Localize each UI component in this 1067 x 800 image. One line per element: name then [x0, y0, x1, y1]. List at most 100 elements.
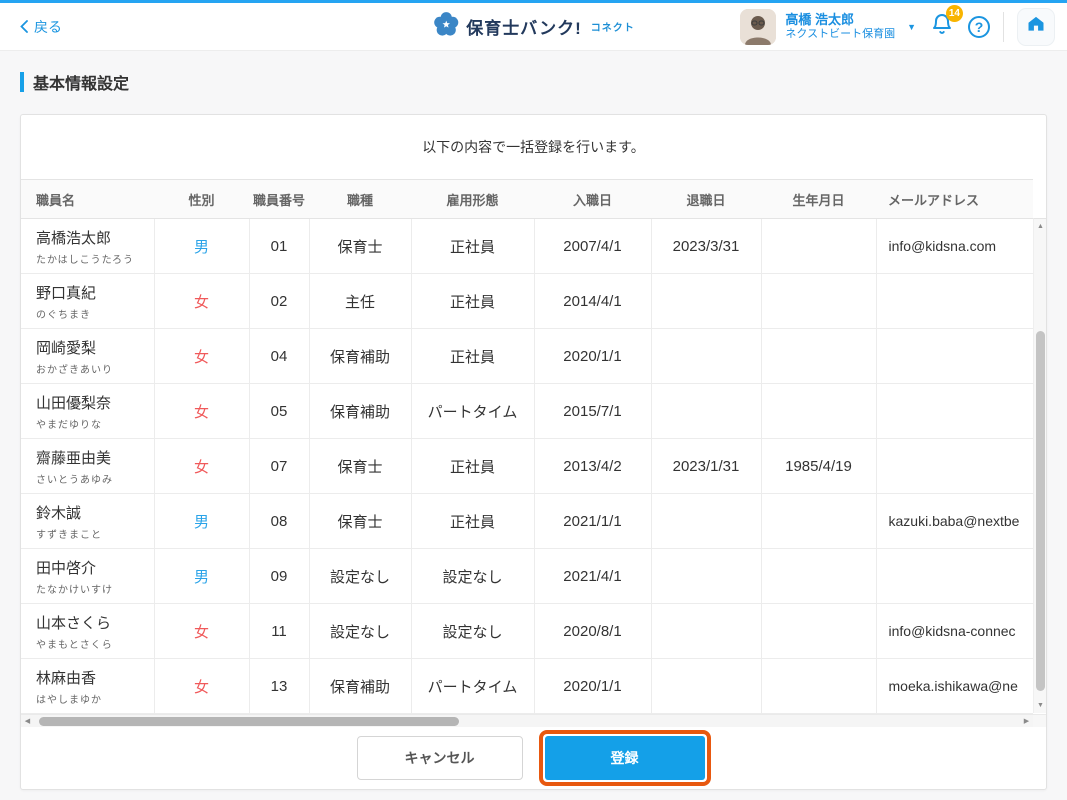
confirmation-message: 以下の内容で一括登録を行います。 — [422, 139, 645, 155]
staff-hire-date-cell: 2013/4/2 — [534, 438, 652, 494]
home-button[interactable] — [1017, 7, 1055, 46]
vertical-scrollbar[interactable]: ▲ ▼ — [1033, 218, 1046, 713]
staff-row: 田中啓介 たなかけいすけ 男 09 設定なし 設定なし 2021/4/1 — [21, 548, 1033, 604]
action-buttons: キャンセル 登録 — [21, 727, 1046, 789]
staff-furigana: たなかけいすけ — [36, 584, 113, 596]
staff-row: 齋藤亜由美 さいとうあゆみ 女 07 保育士 正社員 2013/4/2 2023… — [21, 438, 1033, 494]
staff-gender: 女 — [193, 678, 209, 696]
register-button[interactable]: 登録 — [544, 736, 705, 780]
staff-retire-date-cell — [651, 658, 762, 714]
page-title-row: 基本情報設定 — [20, 69, 1067, 95]
app-logo: 保育士バンク! コネクト — [432, 11, 635, 43]
confirmation-card: 以下の内容で一括登録を行います。 職員名 性別 職員番号 職種 雇用形態 入職日 — [20, 114, 1047, 790]
horizontal-scrollbar-thumb[interactable] — [39, 717, 459, 726]
staff-retire-date-cell — [651, 493, 762, 549]
chevron-down-icon[interactable]: ▼ — [907, 22, 916, 32]
staff-birth-date-cell — [761, 218, 877, 274]
staff-employment-cell: 設定なし — [411, 603, 535, 659]
staff-gender: 女 — [193, 403, 209, 421]
scroll-left-icon[interactable]: ◀ — [21, 715, 34, 727]
staff-email-cell: info@kidsna-connec — [876, 603, 1033, 659]
staff-hire-date-cell: 2021/4/1 — [534, 548, 652, 604]
staff-row: 山田優梨奈 やまだゆりな 女 05 保育補助 パートタイム 2015/7/1 — [21, 383, 1033, 439]
column-header-email: メールアドレス — [876, 179, 1033, 219]
staff-furigana: のぐちまき — [36, 309, 91, 321]
logo-title: 保育士バンク! — [466, 19, 582, 38]
staff-email-cell: info@kidsna.com — [876, 218, 1033, 274]
avatar[interactable] — [740, 8, 777, 45]
staff-email-cell — [876, 438, 1033, 494]
staff-number-cell: 07 — [249, 438, 310, 494]
staff-name-cell: 田中啓介 たなかけいすけ — [21, 548, 155, 604]
staff-gender: 女 — [193, 623, 209, 641]
user-menu[interactable]: 高橋 浩太郎 ネクストビート保育園 — [785, 12, 895, 42]
staff-hire-date-cell: 2007/4/1 — [534, 218, 652, 274]
staff-job-cell: 保育士 — [309, 218, 412, 274]
staff-name-cell: 野口真紀 のぐちまき — [21, 273, 155, 329]
staff-gender: 男 — [193, 568, 209, 586]
staff-gender: 女 — [193, 458, 209, 476]
staff-gender-cell: 男 — [154, 548, 250, 604]
staff-table: 職員名 性別 職員番号 職種 雇用形態 入職日 退職日 生年月日 メールアドレス… — [21, 179, 1033, 714]
staff-hire-date-cell: 2021/1/1 — [534, 493, 652, 549]
staff-furigana: やまもとさくら — [36, 639, 113, 651]
horizontal-scrollbar[interactable]: ◀ ▶ — [21, 714, 1033, 727]
staff-employment-cell: パートタイム — [411, 383, 535, 439]
staff-employment-cell: 正社員 — [411, 328, 535, 384]
staff-job-cell: 設定なし — [309, 548, 412, 604]
staff-name: 田中啓介 — [36, 559, 97, 577]
staff-furigana: たかはしこうたろう — [36, 254, 134, 266]
staff-furigana: さいとうあゆみ — [36, 474, 113, 486]
main-content: 基本情報設定 以下の内容で一括登録を行います。 職員名 性別 職員番号 職種 雇… — [0, 69, 1067, 790]
table-area: 職員名 性別 職員番号 職種 雇用形態 入職日 退職日 生年月日 メールアドレス… — [21, 179, 1046, 714]
staff-name-cell: 林麻由香 はやしまゆか — [21, 658, 155, 714]
column-header-number: 職員番号 — [249, 179, 309, 219]
staff-furigana: やまだゆりな — [36, 419, 102, 431]
scroll-up-icon[interactable]: ▲ — [1034, 220, 1047, 233]
staff-retire-date-cell — [651, 548, 762, 604]
staff-gender: 男 — [193, 513, 209, 531]
back-link[interactable]: 戻る — [20, 17, 62, 37]
vertical-scrollbar-thumb[interactable] — [1036, 331, 1045, 691]
header-divider — [1003, 11, 1004, 42]
staff-row: 林麻由香 はやしまゆか 女 13 保育補助 パートタイム 2020/1/1 mo… — [21, 658, 1033, 714]
scroll-right-icon[interactable]: ▶ — [1020, 715, 1033, 727]
staff-number-cell: 05 — [249, 383, 310, 439]
notification-bell-button[interactable]: 14 — [930, 5, 963, 41]
staff-number-cell: 04 — [249, 328, 310, 384]
scroll-down-icon[interactable]: ▼ — [1034, 699, 1047, 712]
staff-retire-date-cell: 2023/1/31 — [651, 438, 762, 494]
column-header-retire-date: 退職日 — [651, 179, 761, 219]
staff-name-cell: 齋藤亜由美 さいとうあゆみ — [21, 438, 155, 494]
staff-number-cell: 08 — [249, 493, 310, 549]
staff-name: 齋藤亜由美 — [36, 449, 112, 467]
staff-row: 岡崎愛梨 おかざきあいり 女 04 保育補助 正社員 2020/1/1 — [21, 328, 1033, 384]
staff-retire-date-cell — [651, 383, 762, 439]
staff-furigana: はやしまゆか — [36, 694, 102, 706]
staff-retire-date-cell — [651, 273, 762, 329]
logo-subtitle: コネクト — [590, 23, 635, 34]
staff-hire-date-cell: 2015/7/1 — [534, 383, 652, 439]
staff-name: 岡崎愛梨 — [36, 339, 97, 357]
staff-number-cell: 11 — [249, 603, 310, 659]
staff-birth-date-cell — [761, 328, 877, 384]
cancel-button[interactable]: キャンセル — [356, 736, 523, 780]
home-icon — [1026, 14, 1046, 39]
staff-birth-date-cell — [761, 273, 877, 329]
bell-icon — [930, 14, 954, 40]
staff-hire-date-cell: 2020/1/1 — [534, 658, 652, 714]
staff-number-cell: 02 — [249, 273, 310, 329]
staff-furigana: すずきまこと — [36, 529, 102, 541]
staff-employment-cell: 正社員 — [411, 218, 535, 274]
staff-employment-cell: 正社員 — [411, 273, 535, 329]
staff-birth-date-cell — [761, 658, 877, 714]
staff-employment-cell: 設定なし — [411, 548, 535, 604]
staff-employment-cell: 正社員 — [411, 438, 535, 494]
staff-retire-date-cell: 2023/3/31 — [651, 218, 762, 274]
staff-number-cell: 01 — [249, 218, 310, 274]
staff-row: 野口真紀 のぐちまき 女 02 主任 正社員 2014/4/1 — [21, 273, 1033, 329]
staff-table-header: 職員名 性別 職員番号 職種 雇用形態 入職日 退職日 生年月日 メールアドレス — [21, 179, 1033, 219]
staff-name-cell: 山田優梨奈 やまだゆりな — [21, 383, 155, 439]
staff-name-cell: 高橋浩太郎 たかはしこうたろう — [21, 218, 155, 274]
help-button[interactable]: ? — [968, 15, 990, 38]
